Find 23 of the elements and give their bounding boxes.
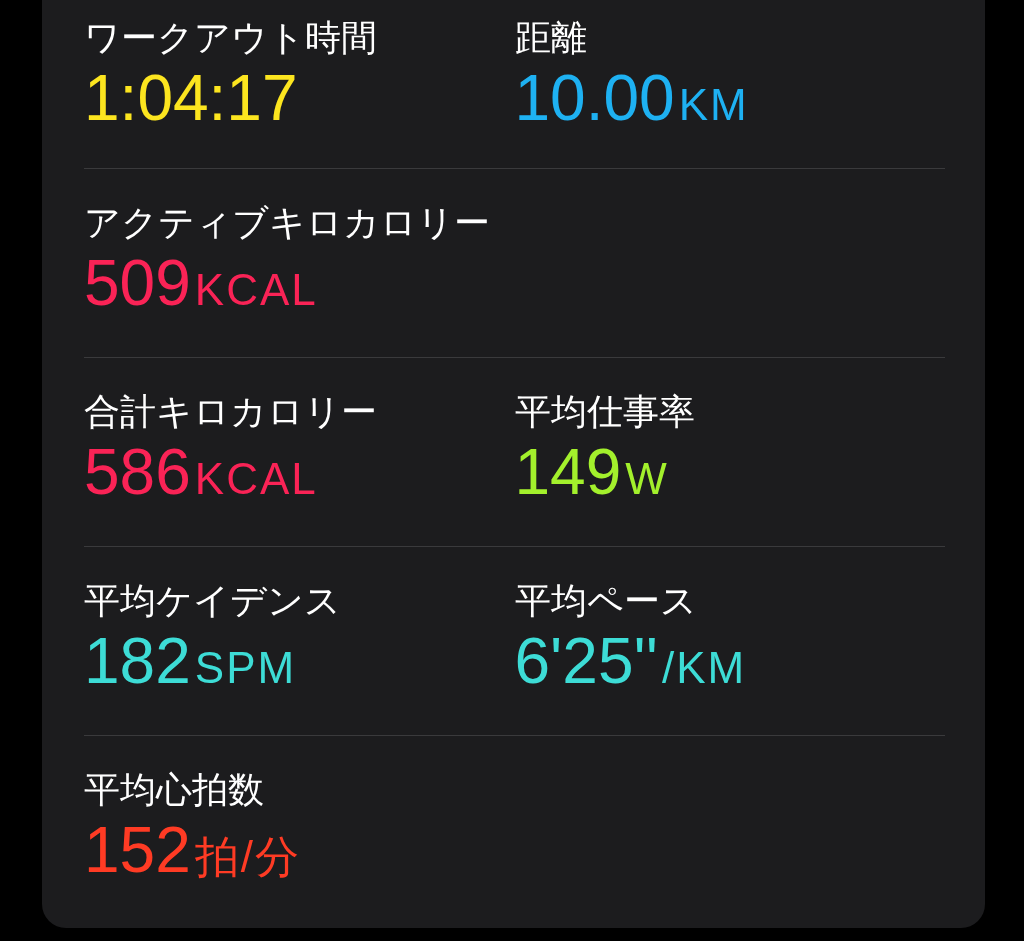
metric-unit: 拍/分 <box>194 831 301 883</box>
metric-value: 1:04:17 <box>84 62 298 134</box>
metric-unit: /KM <box>661 642 747 694</box>
metric-label: アクティブキロカロリー <box>84 201 491 245</box>
metric-label: 合計キロカロリー <box>84 390 378 434</box>
metric-label: 距離 <box>514 16 588 60</box>
metric-value: 152 <box>84 814 191 886</box>
metric-unit: SPM <box>194 642 297 694</box>
metric-unit: W <box>625 453 669 505</box>
metric-value: 149 <box>514 436 622 508</box>
metric-label: 平均仕事率 <box>514 390 696 434</box>
metric-value: 509 <box>84 247 191 319</box>
metric-value: 6'25'' <box>514 625 658 697</box>
metric-unit: KCAL <box>194 264 318 316</box>
metric-unit: KM <box>678 79 749 131</box>
metric-label: 平均ペース <box>514 579 698 623</box>
metric-value: 182 <box>84 625 191 697</box>
metric-value: 10.00 <box>514 62 675 134</box>
metric-label: ワークアウト時間 <box>84 16 378 60</box>
metric-label: 平均ケイデンス <box>84 579 342 623</box>
metric-unit: KCAL <box>194 453 318 505</box>
metric-label: 平均心拍数 <box>84 768 265 812</box>
metric-value: 586 <box>84 436 191 508</box>
